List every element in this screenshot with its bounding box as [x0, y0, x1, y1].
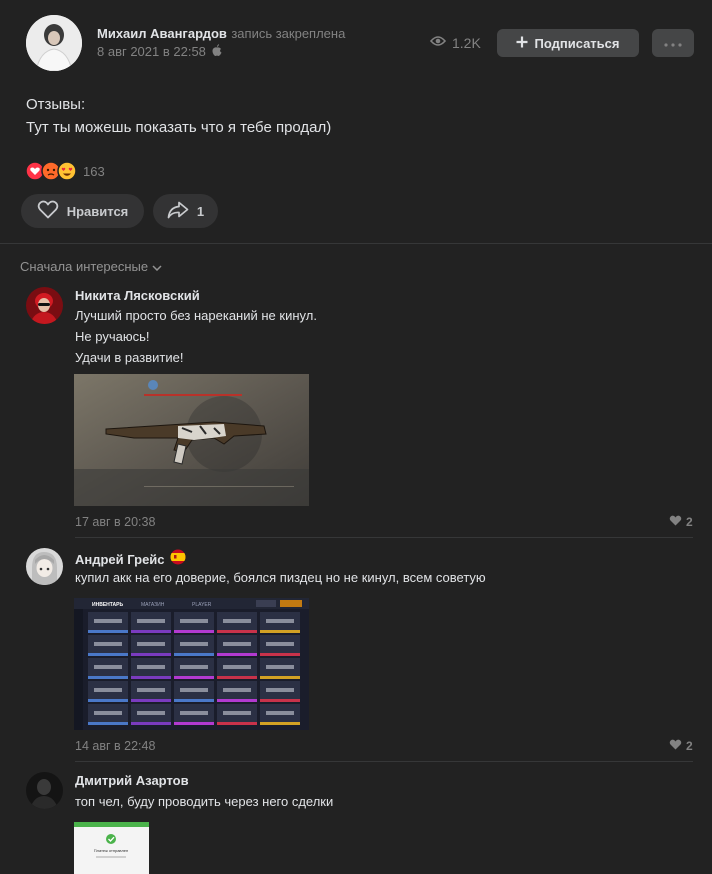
heart-outline-icon: [37, 200, 59, 222]
comment-text: Лучший просто без нареканий не кинул. Не…: [75, 305, 317, 368]
pinned-note: запись закреплена: [231, 26, 346, 41]
comment-date[interactable]: 14 авг в 22:48: [75, 739, 155, 753]
commenter-name[interactable]: Андрей Грейс: [75, 552, 165, 567]
heart-icon: [669, 739, 682, 753]
comment-line: купил акк на его доверие, боялся пиздец …: [75, 570, 486, 585]
comment-like-button[interactable]: 2: [669, 739, 693, 753]
reactions-summary[interactable]: 163: [25, 161, 105, 181]
love-eyes-reaction-icon: [57, 161, 77, 181]
post-text-line: Тут ты можешь показать что я тебе продал…: [26, 119, 332, 136]
chevron-down-icon: [152, 259, 162, 274]
more-dots-icon: [664, 34, 682, 52]
inventory-tab: ИНВЕНТАРЬ: [92, 602, 123, 608]
comment-image-payment[interactable]: Платеж отправлен: [74, 822, 149, 874]
comment-like-count: 2: [686, 515, 693, 529]
comment-image-ak47[interactable]: [74, 374, 309, 506]
commenter-avatar[interactable]: [26, 548, 63, 585]
comment-line: Удачи в развитие!: [75, 350, 184, 365]
comment-like-button[interactable]: 2: [669, 515, 693, 529]
comment-line: топ чел, буду проводить через него сделк…: [75, 794, 334, 809]
comment-text: топ чел, буду проводить через него сделк…: [75, 791, 333, 812]
reactions-count: 163: [83, 163, 105, 179]
share-count: 1: [196, 203, 205, 219]
like-label: Нравится: [66, 203, 129, 219]
comment-like-count: 2: [686, 739, 693, 753]
share-button[interactable]: 1: [153, 194, 218, 228]
comments-sort-dropdown[interactable]: Сначала интересные: [20, 259, 162, 274]
shop-tab: МАГАЗИН: [141, 602, 165, 608]
author-name[interactable]: Михаил Авангардов: [97, 26, 227, 41]
views-count: 1.2K: [452, 35, 481, 51]
plus-icon: [516, 36, 528, 51]
commenter-avatar[interactable]: [26, 287, 63, 324]
share-icon: [167, 201, 189, 222]
like-button[interactable]: Нравится: [21, 194, 144, 228]
more-button[interactable]: [652, 29, 694, 57]
comment-divider: [75, 537, 693, 538]
subscribe-label: Подписаться: [534, 35, 620, 51]
comment-line: Не ручаюсь!: [75, 329, 150, 344]
heart-icon: [669, 515, 682, 529]
commenter-name[interactable]: Дмитрий Азартов: [75, 773, 189, 788]
comment-image-inventory[interactable]: ИНВЕНТАРЬ МАГАЗИН PLAYER: [74, 598, 309, 730]
author-avatar[interactable]: [26, 15, 82, 71]
post-divider: [0, 243, 712, 244]
post-text: Отзывы: Тут ты можешь показать что я теб…: [26, 93, 331, 139]
subscribe-button[interactable]: Подписаться: [497, 29, 639, 57]
post-date[interactable]: 8 авг 2021 в 22:58: [97, 44, 206, 59]
comment-line: Лучший просто без нареканий не кинул.: [75, 308, 317, 323]
payment-caption: Платеж отправлен: [94, 848, 128, 853]
comment-date[interactable]: 17 авг в 20:38: [75, 515, 155, 529]
post-date-row: 8 авг 2021 в 22:58: [97, 44, 222, 59]
comment-text: купил акк на его доверие, боялся пиздец …: [75, 567, 486, 588]
commenter-avatar[interactable]: [26, 772, 63, 809]
commenter-name[interactable]: Никита Лясковский: [75, 288, 200, 303]
post-author-line: Михаил Авангардов запись закреплена: [97, 25, 345, 43]
views-counter: 1.2K: [429, 34, 481, 52]
sort-label: Сначала интересные: [20, 259, 149, 274]
comment-divider: [75, 761, 693, 762]
player-tab: PLAYER: [192, 602, 212, 608]
eye-icon: [429, 34, 447, 52]
post-text-line: Отзывы:: [26, 96, 86, 113]
apple-icon: [212, 44, 222, 59]
